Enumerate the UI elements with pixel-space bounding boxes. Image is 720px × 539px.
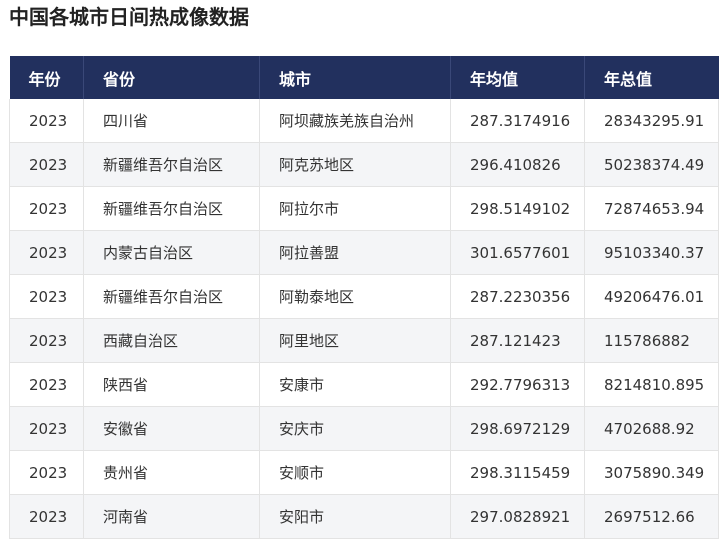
table-row: 2023 新疆维吾尔自治区 阿勒泰地区 287.2230356 49206476… bbox=[9, 274, 719, 319]
table-row: 2023 西藏自治区 阿里地区 287.121423 115786882 bbox=[9, 318, 719, 363]
cell-annual-total: 49206476.01 bbox=[584, 274, 719, 319]
table-row: 2023 安徽省 安庆市 298.6972129 4702688.92 bbox=[9, 406, 719, 451]
cell-annual-mean: 297.0828921 bbox=[450, 494, 585, 539]
table-row: 2023 陕西省 安康市 292.7796313 8214810.895 bbox=[9, 362, 719, 407]
data-table: 年份 省份 城市 年均值 年总值 2023 四川省 阿坝藏族羌族自治州 287.… bbox=[9, 56, 719, 539]
cell-province: 新疆维吾尔自治区 bbox=[83, 142, 260, 187]
cell-annual-total: 72874653.94 bbox=[584, 186, 719, 231]
cell-province: 陕西省 bbox=[83, 362, 260, 407]
cell-year: 2023 bbox=[9, 494, 84, 539]
table-row: 2023 新疆维吾尔自治区 阿拉尔市 298.5149102 72874653.… bbox=[9, 186, 719, 231]
cell-annual-total: 50238374.49 bbox=[584, 142, 719, 187]
cell-year: 2023 bbox=[9, 362, 84, 407]
cell-annual-total: 8214810.895 bbox=[584, 362, 719, 407]
cell-year: 2023 bbox=[9, 406, 84, 451]
cell-year: 2023 bbox=[9, 318, 84, 363]
column-header-annual-mean[interactable]: 年均值 bbox=[450, 56, 585, 99]
table-body: 2023 四川省 阿坝藏族羌族自治州 287.3174916 28343295.… bbox=[9, 99, 719, 539]
cell-annual-mean: 298.6972129 bbox=[450, 406, 585, 451]
cell-city: 安康市 bbox=[259, 362, 451, 407]
cell-city: 阿拉善盟 bbox=[259, 230, 451, 275]
column-header-province[interactable]: 省份 bbox=[83, 56, 260, 99]
cell-year: 2023 bbox=[9, 99, 84, 143]
cell-year: 2023 bbox=[9, 450, 84, 495]
column-header-annual-total[interactable]: 年总值 bbox=[584, 56, 719, 99]
cell-annual-total: 4702688.92 bbox=[584, 406, 719, 451]
header-row: 年份 省份 城市 年均值 年总值 bbox=[9, 56, 719, 99]
cell-year: 2023 bbox=[9, 274, 84, 319]
cell-annual-mean: 287.3174916 bbox=[450, 99, 585, 143]
cell-annual-mean: 296.410826 bbox=[450, 142, 585, 187]
cell-province: 新疆维吾尔自治区 bbox=[83, 274, 260, 319]
cell-province: 河南省 bbox=[83, 494, 260, 539]
table-row: 2023 内蒙古自治区 阿拉善盟 301.6577601 95103340.37 bbox=[9, 230, 719, 275]
cell-year: 2023 bbox=[9, 230, 84, 275]
column-header-year[interactable]: 年份 bbox=[9, 56, 84, 99]
cell-annual-mean: 301.6577601 bbox=[450, 230, 585, 275]
cell-province: 内蒙古自治区 bbox=[83, 230, 260, 275]
cell-city: 阿拉尔市 bbox=[259, 186, 451, 231]
cell-province: 贵州省 bbox=[83, 450, 260, 495]
cell-city: 安阳市 bbox=[259, 494, 451, 539]
cell-city: 阿克苏地区 bbox=[259, 142, 451, 187]
table-row: 2023 新疆维吾尔自治区 阿克苏地区 296.410826 50238374.… bbox=[9, 142, 719, 187]
table-row: 2023 贵州省 安顺市 298.3115459 3075890.349 bbox=[9, 450, 719, 495]
cell-annual-total: 3075890.349 bbox=[584, 450, 719, 495]
cell-city: 阿勒泰地区 bbox=[259, 274, 451, 319]
cell-city: 安庆市 bbox=[259, 406, 451, 451]
column-header-city[interactable]: 城市 bbox=[259, 56, 451, 99]
cell-annual-total: 95103340.37 bbox=[584, 230, 719, 275]
cell-annual-mean: 287.121423 bbox=[450, 318, 585, 363]
cell-city: 安顺市 bbox=[259, 450, 451, 495]
cell-annual-mean: 287.2230356 bbox=[450, 274, 585, 319]
cell-annual-total: 28343295.91 bbox=[584, 99, 719, 143]
cell-city: 阿里地区 bbox=[259, 318, 451, 363]
table-row: 2023 四川省 阿坝藏族羌族自治州 287.3174916 28343295.… bbox=[9, 99, 719, 143]
table-header: 年份 省份 城市 年均值 年总值 bbox=[9, 56, 719, 99]
cell-city: 阿坝藏族羌族自治州 bbox=[259, 99, 451, 143]
cell-annual-mean: 292.7796313 bbox=[450, 362, 585, 407]
cell-annual-total: 2697512.66 bbox=[584, 494, 719, 539]
cell-annual-mean: 298.5149102 bbox=[450, 186, 585, 231]
page-title: 中国各城市日间热成像数据 bbox=[9, 5, 249, 29]
cell-annual-total: 115786882 bbox=[584, 318, 719, 363]
data-table-container: 年份 省份 城市 年均值 年总值 2023 四川省 阿坝藏族羌族自治州 287.… bbox=[9, 56, 719, 539]
table-row: 2023 河南省 安阳市 297.0828921 2697512.66 bbox=[9, 494, 719, 539]
cell-year: 2023 bbox=[9, 142, 84, 187]
cell-year: 2023 bbox=[9, 186, 84, 231]
cell-province: 安徽省 bbox=[83, 406, 260, 451]
cell-province: 新疆维吾尔自治区 bbox=[83, 186, 260, 231]
cell-annual-mean: 298.3115459 bbox=[450, 450, 585, 495]
cell-province: 四川省 bbox=[83, 99, 260, 143]
cell-province: 西藏自治区 bbox=[83, 318, 260, 363]
